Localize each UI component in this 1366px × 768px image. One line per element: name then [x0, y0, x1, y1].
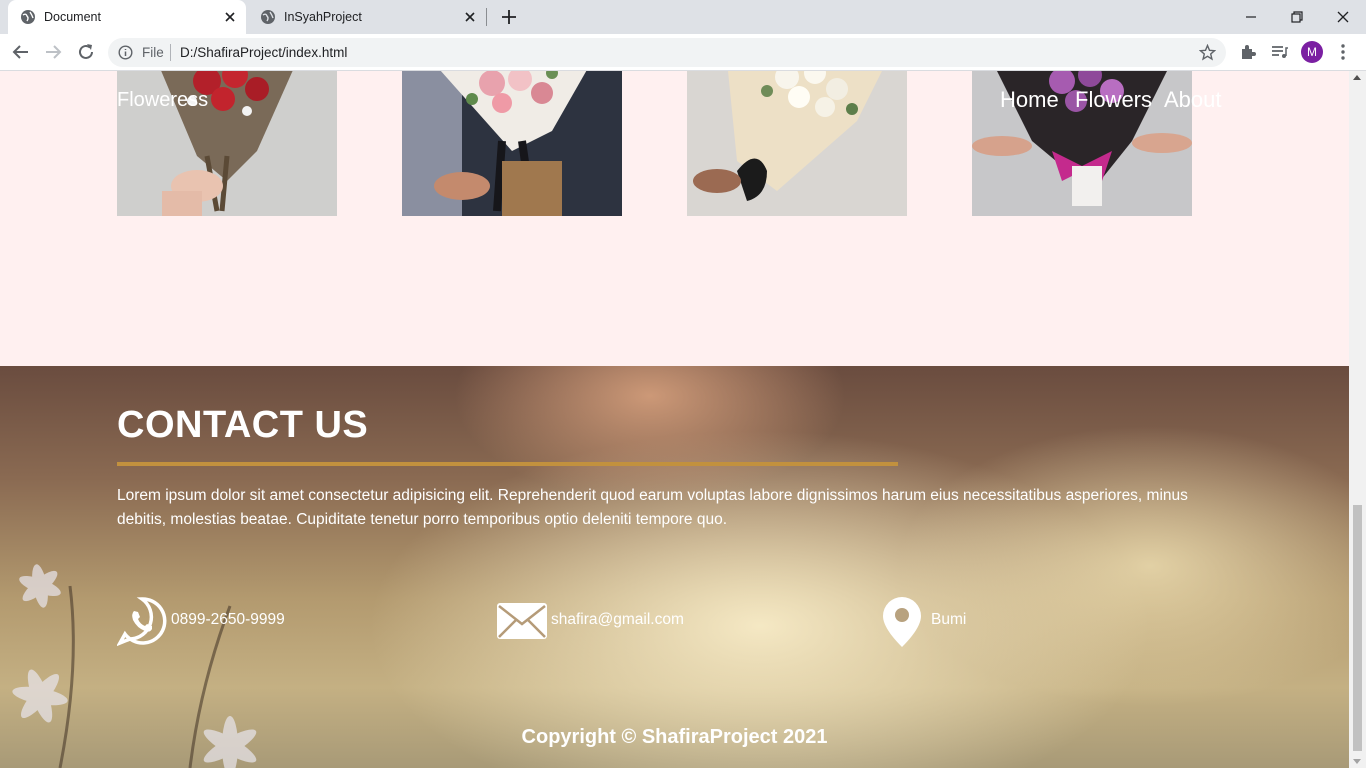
heading-underline	[117, 462, 898, 466]
footer-copyright: Copyright © ShafiraProject 2021	[521, 726, 828, 748]
address-bar[interactable]: File D:/ShafiraProject/index.html	[108, 38, 1226, 67]
bookmark-star-icon[interactable]	[1199, 44, 1216, 61]
scroll-down-arrow-icon[interactable]	[1353, 759, 1361, 764]
envelope-icon	[497, 603, 547, 639]
page-viewport: Floweress Home Flowers About CONTACT US …	[0, 71, 1349, 768]
new-tab-icon[interactable]	[498, 6, 520, 28]
extensions-puzzle-icon[interactable]	[1238, 42, 1258, 62]
whatsapp-icon	[117, 597, 167, 646]
flower-gallery: Floweress Home Flowers About	[0, 71, 1349, 366]
scrollbar-thumb[interactable]	[1353, 505, 1362, 751]
map-pin-icon	[883, 597, 921, 647]
tab-separator	[486, 8, 487, 26]
minimize-icon[interactable]	[1238, 4, 1264, 30]
nav-link-home[interactable]: Home	[1000, 87, 1059, 113]
media-queue-icon[interactable]	[1269, 42, 1289, 62]
scroll-up-arrow-icon[interactable]	[1353, 75, 1361, 80]
tab-title: InSyahProject	[284, 10, 362, 24]
profile-avatar[interactable]: M	[1301, 41, 1323, 63]
email-address: shafira@gmail.com	[551, 611, 684, 628]
tab-document[interactable]: Document	[8, 0, 246, 34]
close-tab-icon[interactable]	[462, 9, 478, 25]
phone-number: 0899-2650-9999	[171, 611, 285, 628]
info-icon[interactable]	[118, 45, 133, 60]
nav-link-flowers[interactable]: Flowers	[1075, 87, 1152, 113]
tab-insyahproject[interactable]: InSyahProject	[248, 0, 486, 34]
site-logo-text[interactable]: Floweress	[117, 89, 208, 112]
location-text: Bumi	[931, 611, 967, 628]
restore-icon[interactable]	[1284, 4, 1310, 30]
reload-icon[interactable]	[75, 41, 97, 63]
contact-heading: CONTACT US	[117, 404, 369, 446]
menu-dots-icon[interactable]	[1333, 42, 1353, 62]
back-arrow-icon[interactable]	[10, 41, 32, 63]
browser-toolbar: File D:/ShafiraProject/index.html	[0, 34, 1366, 71]
address-divider	[170, 44, 171, 61]
globe-icon	[261, 10, 275, 24]
forward-arrow-icon[interactable]	[42, 41, 64, 63]
nav-link-about[interactable]: About	[1164, 87, 1224, 113]
tab-title: Document	[44, 10, 101, 24]
url-text[interactable]: D:/ShafiraProject/index.html	[180, 45, 347, 60]
close-window-icon[interactable]	[1330, 4, 1356, 30]
site-navbar: Floweress Home Flowers About	[0, 87, 1349, 119]
contact-description: Lorem ipsum dolor sit amet consectetur a…	[117, 487, 1188, 528]
close-tab-icon[interactable]	[222, 9, 238, 25]
globe-icon	[21, 10, 35, 24]
vertical-scrollbar[interactable]	[1349, 71, 1366, 768]
scheme-label: File	[142, 45, 164, 60]
contact-section: CONTACT US Lorem ipsum dolor sit amet co…	[0, 366, 1349, 768]
tab-strip: Document InSyahProject	[0, 0, 1366, 34]
